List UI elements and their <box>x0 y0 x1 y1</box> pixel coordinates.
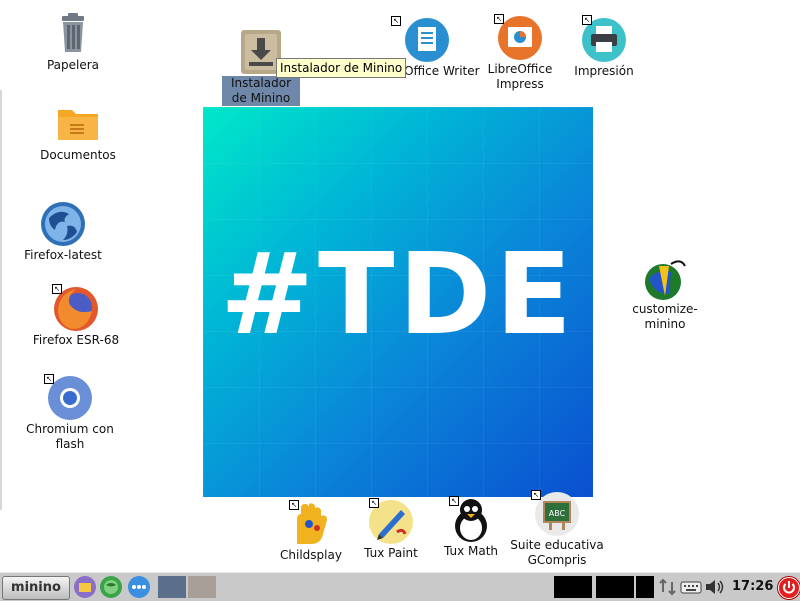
desktop-icon-firefox-latest[interactable]: Firefox-latest <box>18 200 108 263</box>
desktop-icon-tuxmath[interactable]: ↖ Tux Math <box>436 496 506 559</box>
desktop-icon-label: Chromium con flash <box>26 422 114 451</box>
desktop-edge <box>0 90 2 510</box>
printer-icon: ↖ <box>580 15 628 64</box>
shortcut-arrow-icon: ↖ <box>531 490 541 500</box>
desktop-icon-printer[interactable]: ↖ Impresión <box>568 15 640 79</box>
workspace-1[interactable] <box>158 576 186 598</box>
desktop-icon-childsplay[interactable]: ↖ Childsplay <box>276 500 346 563</box>
start-menu-button[interactable]: minino <box>2 576 70 600</box>
impress-icon: ↖ <box>494 14 544 62</box>
desktop-icon-trash[interactable]: Papelera <box>30 10 116 73</box>
desktop-icon-tuxpaint[interactable]: ↖ Tux Paint <box>356 498 426 561</box>
desktop-icon-label: Tux Math <box>443 544 499 558</box>
desktop-icon-label: LibreOffice Impress <box>487 62 553 91</box>
taskbar: minino 17:26 <box>0 572 800 601</box>
desktop-icon-impress[interactable]: ↖ LibreOffice Impress <box>478 14 562 92</box>
writer-icon: ↖ <box>391 16 451 64</box>
folder-launcher-icon[interactable] <box>74 576 96 598</box>
keyboard-icon[interactable] <box>680 578 702 596</box>
customize-icon <box>641 254 689 302</box>
shortcut-arrow-icon: ↖ <box>494 14 504 24</box>
desktop-icon-label: Suite educativa GCompris <box>510 538 604 567</box>
desktop-icon-documents[interactable]: Documentos <box>30 100 126 163</box>
gcompris-icon: ↖ ABC <box>531 490 581 538</box>
network-icon[interactable] <box>658 578 678 596</box>
trash-icon <box>49 10 97 58</box>
web-browser-launcher-icon[interactable] <box>100 576 122 598</box>
system-monitor-graph <box>636 576 654 598</box>
desktop-icon-chromium[interactable]: ↖ Chromium con flash <box>22 374 118 452</box>
chromium-icon: ↖ <box>44 374 94 422</box>
shortcut-arrow-icon: ↖ <box>44 374 54 384</box>
shortcut-arrow-icon: ↖ <box>289 500 299 510</box>
desktop-icon-label: Tux Paint <box>364 546 418 560</box>
workspace-2[interactable] <box>188 576 216 598</box>
desktop-icon-label: Documentos <box>40 148 116 162</box>
tooltip: Instalador de Minino <box>276 58 407 78</box>
more-apps-launcher-icon[interactable] <box>128 576 150 598</box>
firefox-icon <box>39 200 87 248</box>
desktop-icon-label: Impresión <box>574 64 634 78</box>
shortcut-arrow-icon: ↖ <box>369 498 379 508</box>
wallpaper-text: #TDE <box>220 230 576 360</box>
desktop-icon-firefox-esr[interactable]: ↖ Firefox ESR-68 <box>26 284 126 348</box>
shortcut-arrow-icon: ↖ <box>582 15 592 25</box>
firefox-icon: ↖ <box>52 284 100 333</box>
desktop-icon-gcompris[interactable]: ↖ ABC Suite educativa GCompris <box>508 490 606 568</box>
clock[interactable]: 17:26 <box>732 576 773 598</box>
desktop-icon-customize[interactable]: customize-minino <box>626 254 704 332</box>
desktop-icon-label: Papelera <box>46 58 100 72</box>
tuxmath-icon: ↖ <box>447 496 495 544</box>
desktop-icon-label: Firefox-latest <box>24 248 102 262</box>
desktop-icon-label: Instalador de Minino <box>222 76 300 106</box>
desktop-icon-label: customize-minino <box>632 302 698 331</box>
shortcut-arrow-icon: ↖ <box>391 16 401 26</box>
shortcut-arrow-icon: ↖ <box>449 496 459 506</box>
system-monitor-graph <box>554 576 592 598</box>
system-monitor-graph <box>596 576 634 598</box>
folder-icon <box>54 100 102 148</box>
tuxpaint-icon: ↖ <box>367 498 415 546</box>
power-icon[interactable] <box>778 577 800 599</box>
wallpaper: #TDE <box>203 107 593 497</box>
volume-icon[interactable] <box>704 578 726 596</box>
desktop-icon-label: Firefox ESR-68 <box>32 333 120 347</box>
desktop-icon-label: Childsplay <box>280 548 342 562</box>
childsplay-icon: ↖ <box>287 500 335 548</box>
svg-text:ABC: ABC <box>549 509 566 518</box>
shortcut-arrow-icon: ↖ <box>52 284 62 294</box>
